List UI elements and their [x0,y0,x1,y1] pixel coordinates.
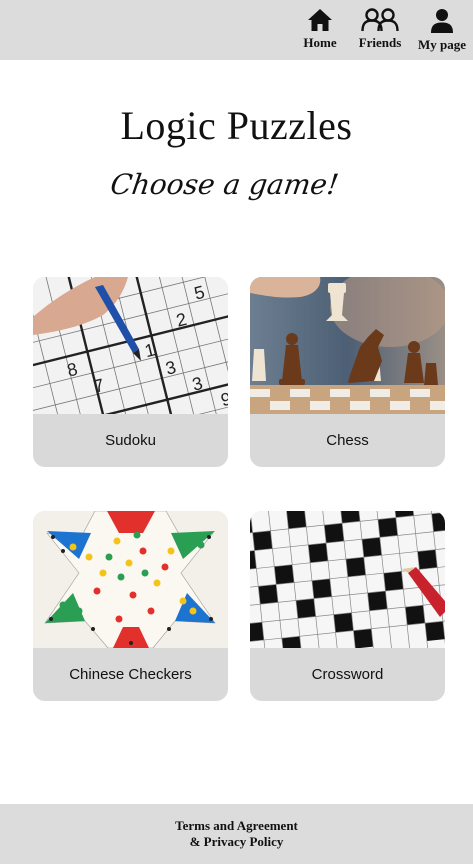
page-title: Logic Puzzles [120,103,353,148]
home-icon [308,9,332,31]
footer-terms-line: Terms and Agreement [175,818,298,833]
game-card-chinese-checkers[interactable]: Chinese Checkers [33,511,228,701]
user-icon [431,9,453,33]
nav-my-page-button[interactable]: My page [417,8,467,53]
nav-friends-label: Friends [358,35,402,50]
game-card-crossword[interactable]: Crossword [250,511,445,701]
nav-home-button[interactable]: Home [302,8,338,51]
chinese-checkers-image [33,511,228,648]
nav-home-label: Home [303,35,337,50]
game-card-label: Sudoku [105,432,156,449]
game-card-label: Chess [326,432,369,449]
game-card-sudoku[interactable]: 87 13 25 39 Sudoku [33,277,228,467]
footer-privacy-line: & Privacy Policy [189,834,284,849]
nav-friends-button[interactable]: Friends [356,8,404,51]
game-card-label: Chinese Checkers [69,666,192,683]
crossword-image [250,511,445,648]
game-card-chess[interactable]: Chess [250,277,445,467]
nav-my-page-label: My page [417,37,467,52]
footer-terms-link[interactable]: Terms and Agreement & Privacy Policy [0,804,473,864]
sudoku-image: 87 13 25 39 [33,277,228,414]
game-card-label: Crossword [311,666,384,683]
friends-icon [361,8,399,32]
page-subtitle: Choose a game! [108,168,341,201]
chess-image [250,277,445,414]
top-nav-bar: Home Friends My page [0,0,473,60]
